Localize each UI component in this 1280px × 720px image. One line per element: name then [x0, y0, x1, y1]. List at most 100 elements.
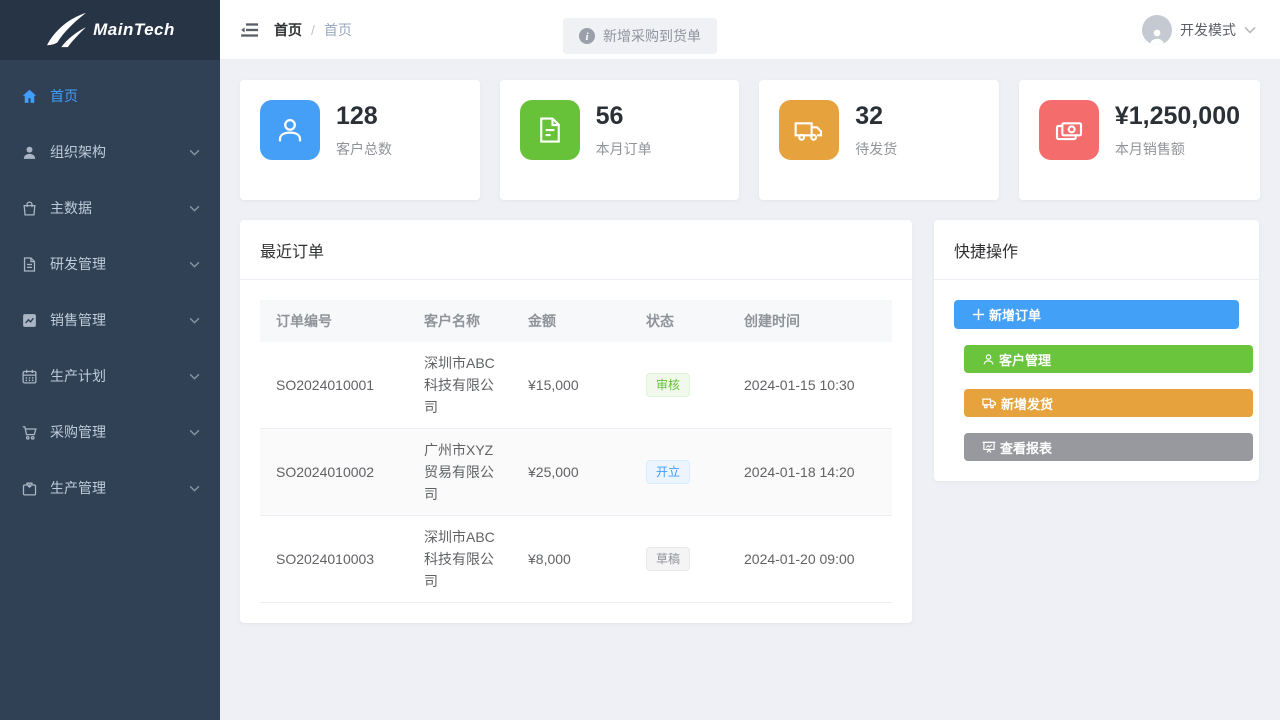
stat-label: 本月销售额 [1115, 139, 1240, 159]
stat-card-monthly-sales: ¥1,250,000 本月销售额 [1019, 80, 1260, 200]
info-icon: i [579, 28, 595, 44]
created-time: 2024-01-18 14:20 [728, 429, 892, 516]
view-reports-button[interactable]: 查看报表 [964, 433, 1253, 461]
column-header: 创建时间 [728, 300, 892, 342]
quick-actions-title: 快捷操作 [934, 220, 1259, 280]
chevron-down-icon [1244, 26, 1256, 34]
order-amount: ¥15,000 [512, 342, 630, 429]
column-header: 订单编号 [260, 300, 408, 342]
package-icon [20, 479, 38, 497]
stat-label: 客户总数 [336, 139, 392, 159]
chevron-down-icon [189, 373, 200, 380]
sidebar-item-label: 销售管理 [50, 310, 106, 330]
stat-value: 128 [336, 102, 392, 131]
quick-actions-card: 快捷操作 新增订单 客户管理 [934, 220, 1259, 481]
sidebar-item-masterdata[interactable]: 主数据 [0, 180, 220, 236]
chevron-down-icon [189, 149, 200, 156]
recent-orders-title: 最近订单 [240, 220, 912, 280]
sidebar-item-label: 采购管理 [50, 422, 106, 442]
sidebar-item-org[interactable]: 组织架构 [0, 124, 220, 180]
status-badge: 审核 [646, 373, 690, 397]
status-badge: 开立 [646, 460, 690, 484]
chevron-down-icon [189, 205, 200, 212]
stat-value: 32 [855, 102, 897, 131]
column-header: 客户名称 [408, 300, 512, 342]
user-icon [982, 353, 995, 366]
column-header: 金额 [512, 300, 630, 342]
logo-swoosh-icon [45, 11, 87, 49]
chevron-down-icon [189, 429, 200, 436]
sidebar-item-production-plan[interactable]: 生产计划 [0, 348, 220, 404]
customer-management-label: 客户管理 [999, 350, 1051, 369]
user-menu[interactable]: 开发模式 [1142, 15, 1256, 45]
stat-value: ¥1,250,000 [1115, 102, 1240, 131]
customer-name: 深圳市ABC科技有限公司 [408, 342, 512, 429]
cart-icon [20, 423, 38, 441]
sidebar-item-label: 研发管理 [50, 254, 106, 274]
avatar [1142, 15, 1172, 45]
order-amount: ¥8,000 [512, 516, 630, 603]
sidebar-item-manufacturing[interactable]: 生产管理 [0, 460, 220, 516]
order-id: SO2024010002 [260, 429, 408, 516]
sidebar-item-label: 生产管理 [50, 478, 106, 498]
home-icon [20, 87, 38, 105]
sidebar-item-label: 生产计划 [50, 366, 106, 386]
stat-label: 本月订单 [596, 139, 652, 159]
new-purchase-arrival-button[interactable]: i 新增采购到货单 [563, 18, 717, 54]
stat-cards: 128 客户总数 56 本月订单 32 待发货 [240, 80, 1260, 200]
logo-text: MainTech [93, 20, 175, 40]
table-row[interactable]: SO2024010002 广州市XYZ贸易有限公司 ¥25,000 开立 202… [260, 429, 892, 516]
bag-icon [20, 199, 38, 217]
stat-value: 56 [596, 102, 652, 131]
sidebar-menu: 首页 组织架构 主数据 研发管理 [0, 60, 220, 516]
main-content: 128 客户总数 56 本月订单 32 待发货 [220, 60, 1280, 720]
created-time: 2024-01-20 09:00 [728, 516, 892, 603]
sidebar-item-label: 主数据 [50, 198, 92, 218]
stat-card-pending-shipments: 32 待发货 [759, 80, 999, 200]
truck-icon [779, 100, 839, 160]
document-icon [520, 100, 580, 160]
new-order-label: 新增订单 [989, 305, 1041, 324]
orders-table: 订单编号 客户名称 金额 状态 创建时间 SO2024010001 深圳市ABC… [260, 300, 892, 603]
table-row[interactable]: SO2024010001 深圳市ABC科技有限公司 ¥15,000 审核 202… [260, 342, 892, 429]
customer-management-button[interactable]: 客户管理 [964, 345, 1253, 373]
plus-icon [972, 308, 985, 321]
breadcrumb-separator: / [311, 22, 315, 38]
status-badge: 草稿 [646, 547, 690, 571]
new-purchase-arrival-label: 新增采购到货单 [603, 26, 701, 46]
table-header-row: 订单编号 客户名称 金额 状态 创建时间 [260, 300, 892, 342]
breadcrumb-current: 首页 [324, 20, 352, 40]
sidebar-item-label: 首页 [50, 86, 78, 106]
user-mode-label: 开发模式 [1180, 20, 1236, 40]
sidebar-fold-icon[interactable] [234, 14, 266, 46]
new-shipment-button[interactable]: 新增发货 [964, 389, 1253, 417]
report-icon [982, 441, 996, 454]
user-icon [20, 143, 38, 161]
order-id: SO2024010001 [260, 342, 408, 429]
order-amount: ¥25,000 [512, 429, 630, 516]
sidebar-item-purchasing[interactable]: 采购管理 [0, 404, 220, 460]
table-row[interactable]: SO2024010003 深圳市ABC科技有限公司 ¥8,000 草稿 2024… [260, 516, 892, 603]
sidebar-item-home[interactable]: 首页 [0, 68, 220, 124]
stat-label: 待发货 [855, 139, 897, 159]
stat-card-orders: 56 本月订单 [500, 80, 740, 200]
chevron-down-icon [189, 485, 200, 492]
calendar-icon [20, 367, 38, 385]
breadcrumb: 首页 / 首页 [274, 20, 352, 40]
created-time: 2024-01-15 10:30 [728, 342, 892, 429]
view-reports-label: 查看报表 [1000, 438, 1052, 457]
money-icon [1039, 100, 1099, 160]
recent-orders-card: 最近订单 订单编号 客户名称 金额 状态 创建时间 [240, 220, 912, 623]
truck-icon [982, 397, 997, 410]
chevron-down-icon [189, 261, 200, 268]
sidebar-item-sales[interactable]: 销售管理 [0, 292, 220, 348]
chevron-down-icon [189, 317, 200, 324]
top-header: 首页 / 首页 i 新增采购到货单 开发模式 [220, 0, 1280, 60]
sidebar: MainTech 首页 组织架构 主数据 [0, 0, 220, 720]
customer-name: 深圳市ABC科技有限公司 [408, 516, 512, 603]
order-id: SO2024010003 [260, 516, 408, 603]
new-shipment-label: 新增发货 [1001, 394, 1053, 413]
breadcrumb-root[interactable]: 首页 [274, 20, 302, 40]
new-order-button[interactable]: 新增订单 [954, 300, 1239, 329]
sidebar-item-rnd[interactable]: 研发管理 [0, 236, 220, 292]
